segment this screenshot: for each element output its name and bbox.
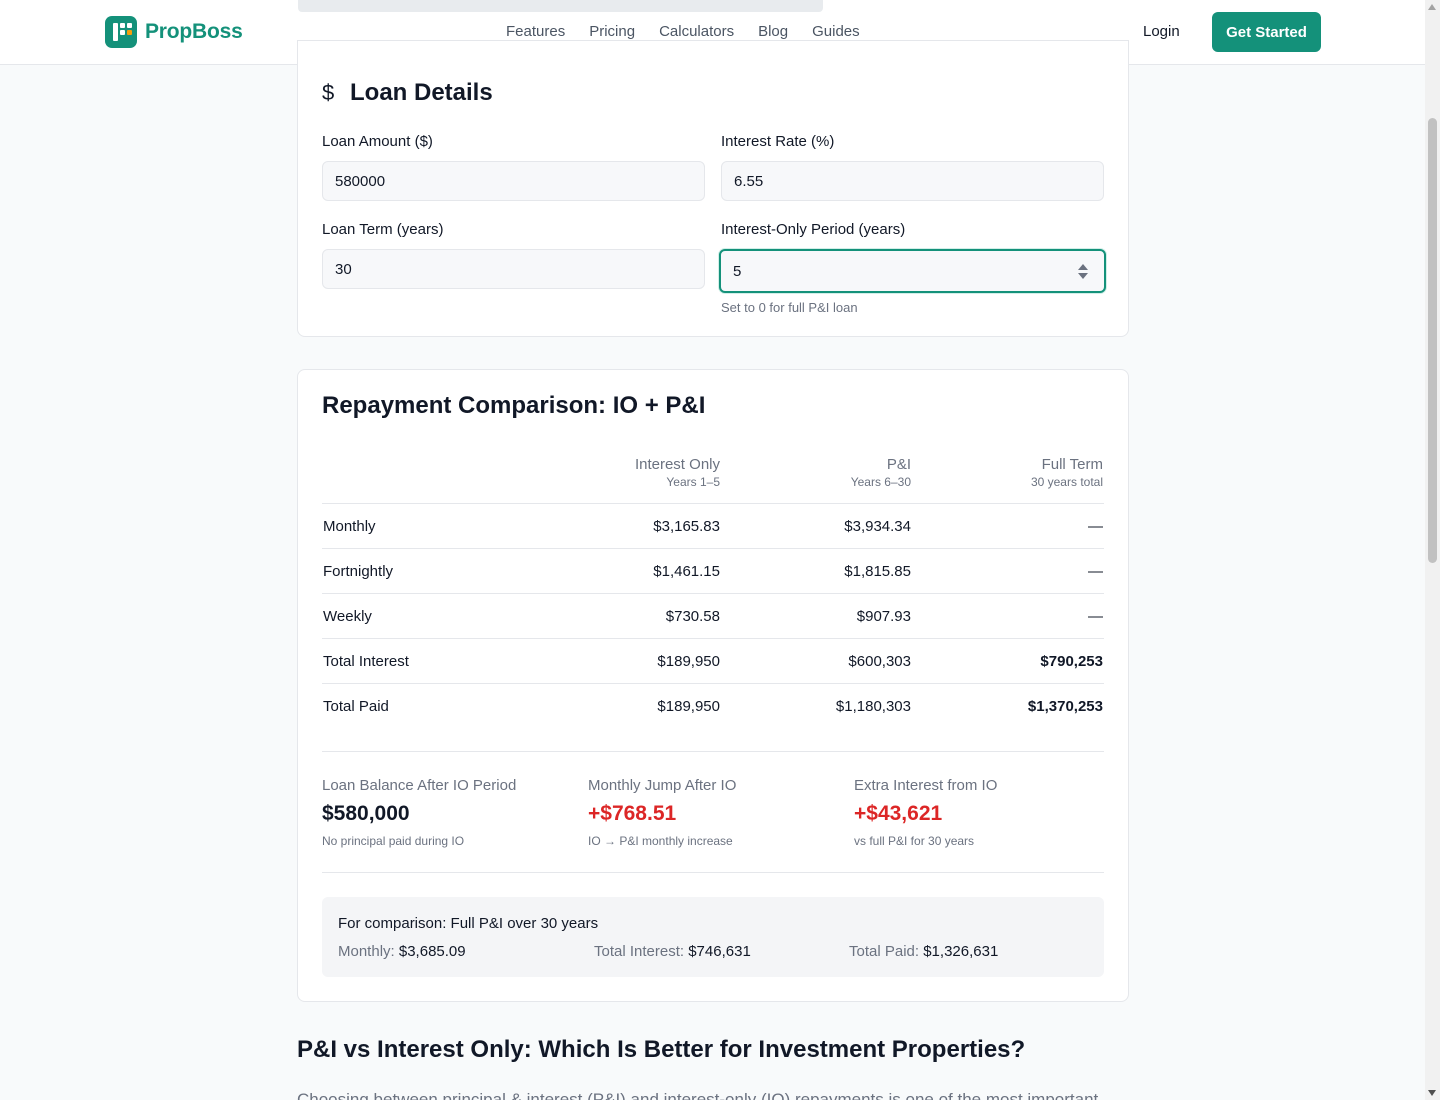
main-nav: Features Pricing Calculators Blog Guides: [506, 23, 860, 40]
io-period-input[interactable]: 5: [719, 249, 1106, 293]
interest-rate-label: Interest Rate (%): [721, 133, 835, 150]
io-period-label: Interest-Only Period (years): [721, 221, 906, 238]
io-period-field: Interest-Only Period (years) 5 Set to 0 …: [719, 221, 1106, 315]
io-period-hint: Set to 0 for full P&I loan: [721, 300, 858, 315]
nav-features[interactable]: Features: [506, 23, 565, 40]
scrolled-content-fragment: [298, 0, 823, 12]
loan-details-heading: $ Loan Details: [322, 79, 493, 107]
loan-term-label: Loan Term (years): [322, 221, 444, 238]
col-interest-only: Interest Only Years 1–5: [634, 456, 720, 489]
comparison-title: For comparison: Full P&I over 30 years: [338, 915, 599, 932]
table-row: Total Interest $189,950 $600,303 $790,25…: [322, 639, 1104, 684]
loan-details-title: Loan Details: [350, 79, 493, 106]
full-pi-comparison-box: For comparison: Full P&I over 30 years M…: [322, 897, 1104, 977]
table-row: Fortnightly $1,461.15 $1,815.85 —: [322, 549, 1104, 594]
table-row: Weekly $730.58 $907.93 —: [322, 594, 1104, 639]
repayment-title: Repayment Comparison: IO + P&I: [322, 392, 706, 419]
logo-icon: [105, 16, 137, 48]
scroll-up-icon[interactable]: [1428, 4, 1436, 10]
repayment-comparison-card: Repayment Comparison: IO + P&I Interest …: [297, 369, 1129, 1002]
number-stepper-icon[interactable]: [1078, 264, 1088, 279]
article-intro: Choosing between principal & interest (P…: [297, 1090, 1099, 1100]
repayment-table: Interest Only Years 1–5 P&I Years 6–30 F…: [322, 454, 1104, 729]
loan-amount-input[interactable]: 580000: [322, 161, 705, 201]
stat-extra-interest: Extra Interest from IO +$43,621 vs full …: [854, 777, 998, 848]
page-scrollbar[interactable]: [1425, 0, 1440, 1100]
col-pi: P&I Years 6–30: [850, 456, 911, 489]
nav-pricing[interactable]: Pricing: [589, 23, 635, 40]
col-full-term: Full Term 30 years total: [1030, 456, 1103, 489]
loan-term-input[interactable]: 30: [322, 249, 705, 289]
nav-guides[interactable]: Guides: [812, 23, 860, 40]
brand-name: PropBoss: [145, 20, 243, 43]
scroll-down-icon[interactable]: [1428, 1090, 1436, 1096]
nav-calculators[interactable]: Calculators: [659, 23, 734, 40]
get-started-button[interactable]: Get Started: [1212, 12, 1321, 52]
table-row: Monthly $3,165.83 $3,934.34 —: [322, 504, 1104, 549]
stat-loan-balance: Loan Balance After IO Period $580,000 No…: [322, 777, 517, 848]
comparison-total-interest: Total Interest: $746,631: [594, 943, 751, 960]
table-row: Total Paid $189,950 $1,180,303 $1,370,25…: [323, 698, 1103, 715]
login-link[interactable]: Login: [1143, 23, 1180, 40]
stat-monthly-jump: Monthly Jump After IO +$768.51 IO → P&I …: [588, 777, 737, 848]
divider: [322, 872, 1104, 873]
comparison-total-paid: Total Paid: $1,326,631: [849, 943, 999, 960]
divider: [322, 751, 1104, 752]
loan-amount-field: Loan Amount ($) 580000: [322, 133, 705, 201]
table-header: Interest Only Years 1–5 P&I Years 6–30 F…: [322, 454, 1104, 504]
comparison-monthly: Monthly: $3,685.09: [338, 943, 466, 960]
brand-logo[interactable]: PropBoss: [105, 16, 243, 48]
loan-amount-label: Loan Amount ($): [322, 133, 433, 150]
nav-blog[interactable]: Blog: [758, 23, 788, 40]
article-heading: P&I vs Interest Only: Which Is Better fo…: [297, 1036, 1026, 1063]
scrollbar-thumb[interactable]: [1428, 118, 1437, 563]
loan-details-card: $ Loan Details Loan Amount ($) 580000 In…: [297, 40, 1129, 337]
interest-rate-input[interactable]: 6.55: [721, 161, 1104, 201]
loan-term-field: Loan Term (years) 30: [322, 221, 705, 289]
dollar-icon: $: [322, 80, 335, 105]
interest-rate-field: Interest Rate (%) 6.55: [721, 133, 1104, 201]
